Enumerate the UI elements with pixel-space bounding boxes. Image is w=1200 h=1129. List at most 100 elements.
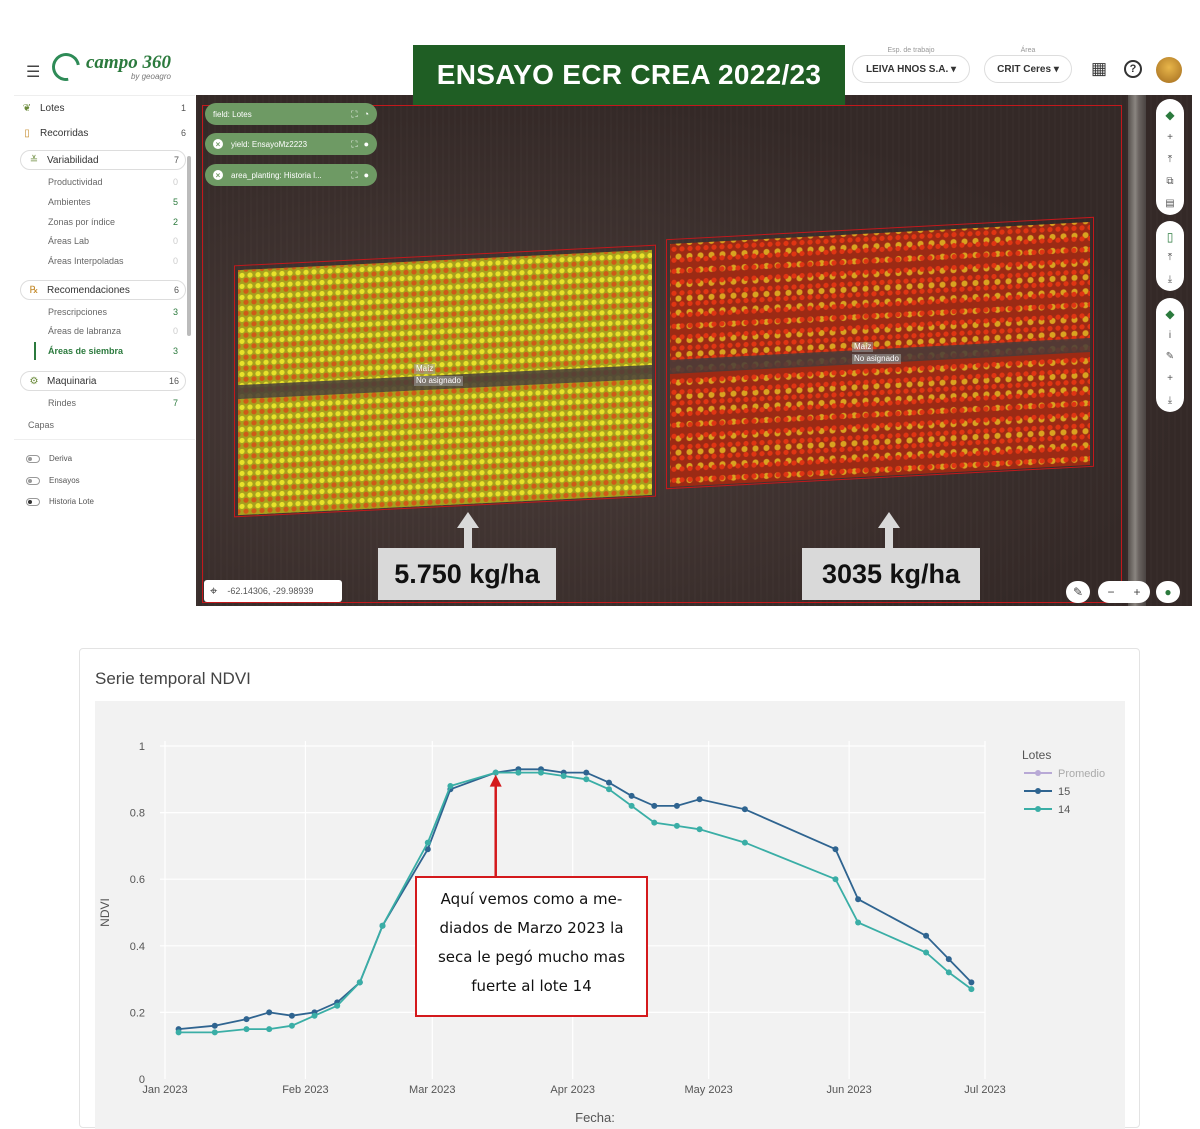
coordinates-display[interactable]: ⌖ -62.14306, -29.98939: [204, 580, 342, 602]
data-point-15: [628, 792, 635, 799]
legend-marker: [1035, 806, 1041, 812]
layers-icon[interactable]: ◆: [1160, 105, 1180, 125]
sidebar-subitem-label: Ambientes: [48, 197, 91, 207]
draw-button[interactable]: ✎: [1066, 581, 1090, 603]
workspace-select[interactable]: Esp. de trabajo LEIVA HNOS S.A. ▾: [852, 47, 970, 83]
data-point-15: [288, 1012, 295, 1019]
sidebar-subitem-count: 3: [172, 307, 178, 317]
sidebar-subitem-label: Áreas Interpoladas: [48, 256, 124, 266]
capa-historia-lote[interactable]: Historia Lote: [26, 497, 94, 506]
sidebar-item-variabilidad[interactable]: ≚ Variabilidad 7: [20, 150, 186, 170]
toggle-switch[interactable]: [26, 476, 40, 485]
sidebar-item-lotes[interactable]: ❦ Lotes 1: [20, 98, 186, 118]
map-toolbar-layers: ◆ + ⤒ ⧉ ▤: [1156, 99, 1184, 215]
data-point-15: [673, 802, 680, 809]
x-tick-label: Jun 2023: [826, 1084, 871, 1096]
add-icon[interactable]: +: [1160, 369, 1180, 389]
capa-deriva[interactable]: Deriva: [26, 454, 72, 463]
sidebar-item-count: 7: [173, 155, 179, 165]
download-icon[interactable]: ⤓: [1160, 390, 1180, 410]
layer-chip-planting[interactable]: × area_planting: Historia l... ⛶ ●: [205, 164, 377, 186]
menu-icon[interactable]: ☰: [26, 62, 40, 82]
sidebar-subitem-label: Áreas de siembra: [48, 346, 124, 356]
sidebar-scrollbar[interactable]: [187, 156, 191, 336]
document-icon[interactable]: ▤: [1160, 193, 1180, 213]
data-point-14: [968, 986, 975, 993]
upload-icon[interactable]: ⤒: [1160, 248, 1180, 267]
toggle-switch[interactable]: [26, 454, 40, 463]
callout-line: seca le pegó mucho mas: [437, 948, 626, 966]
workspace-caption: Esp. de trabajo: [887, 47, 935, 54]
sidebar-subitem-productividad[interactable]: Productividad 0: [48, 173, 178, 191]
arrow-up-icon: [457, 512, 479, 528]
sidebar-subitem-label: Áreas de labranza: [48, 326, 122, 336]
palette-icon[interactable]: ●: [364, 139, 369, 149]
basemap-button[interactable]: ●: [1156, 581, 1180, 603]
zoom-in-button[interactable]: +: [1133, 585, 1140, 599]
fullscreen-icon[interactable]: ⛶: [351, 139, 357, 150]
sidebar-subitem-zonas[interactable]: Zonas por índice 2: [48, 213, 178, 231]
layer-chip-field[interactable]: field: Lotes ⛶ ◔: [205, 103, 377, 125]
data-point-15: [832, 846, 839, 853]
crosshair-icon[interactable]: ⌖: [210, 583, 217, 599]
add-icon[interactable]: +: [1160, 127, 1180, 147]
data-point-14: [175, 1029, 182, 1036]
sidebar-item-label: Maquinaria: [47, 375, 97, 387]
legend-title: Lotes: [1022, 748, 1051, 762]
fullscreen-icon[interactable]: ⛶: [351, 109, 357, 120]
device-icon[interactable]: ▯: [1160, 227, 1180, 246]
data-point-14: [447, 783, 454, 789]
capa-ensayos[interactable]: Ensayos: [26, 476, 80, 485]
title-banner: ENSAYO ECR CREA 2022/23: [413, 45, 845, 105]
download-icon[interactable]: ⤓: [1160, 270, 1180, 289]
pencil-icon[interactable]: ✎: [1160, 347, 1180, 367]
area-caption: Área: [1020, 47, 1036, 54]
area-select[interactable]: Área CRIT Ceres ▾: [984, 47, 1072, 83]
plot-label-status: No asignado: [414, 376, 463, 386]
callout-line: fuerte al lote 14: [471, 977, 592, 995]
sidebar-subitem-label: Áreas Lab: [48, 236, 90, 246]
data-point-15: [945, 956, 952, 963]
remove-icon[interactable]: ×: [213, 170, 223, 180]
upload-icon[interactable]: ⤒: [1160, 149, 1180, 169]
data-point-14: [560, 773, 567, 779]
sidebar-item-label: Recorridas: [40, 127, 89, 139]
map-view[interactable]: Maíz No asignado Maíz No asignado field:…: [196, 95, 1192, 606]
sprout-icon: ❦: [22, 102, 32, 114]
sidebar-item-maquinaria[interactable]: ⚙ Maquinaria 16: [20, 371, 186, 391]
palette-icon[interactable]: ◔: [364, 109, 369, 119]
sidebar-subitem-areas-interpoladas[interactable]: Áreas Interpoladas 0: [48, 252, 178, 270]
layers-icon[interactable]: ◆: [1160, 304, 1180, 324]
remove-icon[interactable]: ×: [213, 139, 223, 149]
zoom-out-button[interactable]: −: [1107, 585, 1114, 599]
logo[interactable]: campo 360 by geoagro: [46, 47, 171, 87]
sidebar-subitem-count: 0: [172, 256, 178, 266]
palette-icon[interactable]: ●: [364, 170, 369, 180]
data-point-14: [696, 826, 703, 833]
avatar[interactable]: [1156, 57, 1182, 83]
apps-grid-icon[interactable]: ▦: [1091, 59, 1107, 79]
logo-subtext: by geoagro: [130, 71, 171, 81]
info-icon[interactable]: i: [1160, 326, 1180, 346]
sidebar-subitem-rindes[interactable]: Rindes 7: [48, 394, 178, 412]
sidebar-subitem-areas-labranza[interactable]: Áreas de labranza 0: [48, 322, 178, 340]
sidebar-subitem-ambientes[interactable]: Ambientes 5: [48, 193, 178, 211]
sidebar-subitem-areas-siembra[interactable]: Áreas de siembra 3: [34, 342, 178, 360]
toggle-switch[interactable]: [26, 497, 40, 506]
sidebar-item-label: Recomendaciones: [47, 284, 130, 296]
copy-icon[interactable]: ⧉: [1160, 171, 1180, 191]
sidebar-subitem-label: Prescripciones: [48, 307, 108, 317]
layer-chip-yield[interactable]: × yield: EnsayoMz2223 ⛶ ●: [205, 133, 377, 155]
sidebar-item-label: Variabilidad: [47, 154, 99, 166]
y-tick-label: 0.2: [130, 1007, 145, 1019]
legend-label: Promedio: [1058, 768, 1105, 780]
capa-label: Deriva: [49, 454, 73, 463]
help-icon[interactable]: ?: [1124, 60, 1142, 78]
sidebar-subitem-prescripciones[interactable]: Prescripciones 3: [48, 303, 178, 321]
sidebar-subitem-areas-lab[interactable]: Áreas Lab 0: [48, 232, 178, 250]
sidebar-subitem-count: 0: [172, 326, 178, 336]
sidebar-item-recomendaciones[interactable]: ℞ Recomendaciones 6: [20, 280, 186, 300]
data-point-14: [266, 1026, 273, 1033]
fullscreen-icon[interactable]: ⛶: [351, 170, 357, 181]
sidebar-item-recorridas[interactable]: ▯ Recorridas 6: [20, 123, 186, 143]
